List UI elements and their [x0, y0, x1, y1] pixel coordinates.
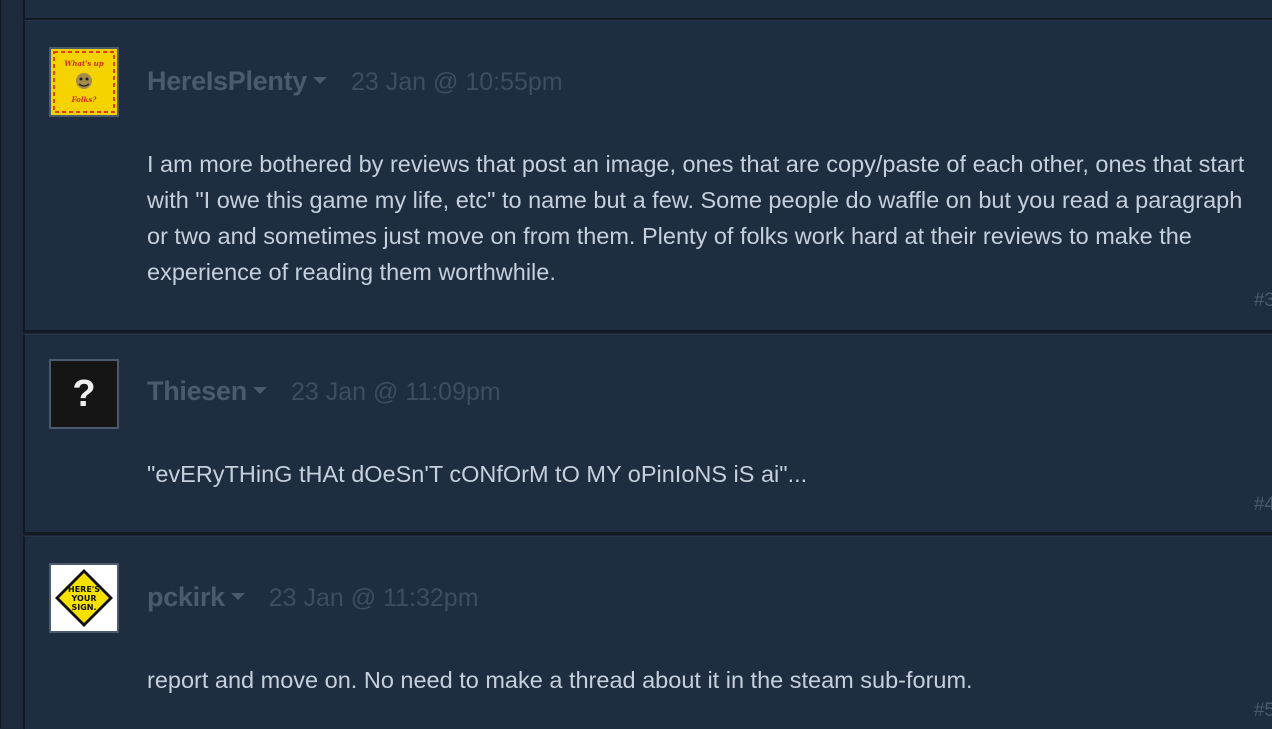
chevron-down-icon[interactable]: [252, 387, 267, 394]
svg-text:Folks?: Folks?: [71, 95, 98, 104]
post-body: report and move on. No need to make a th…: [147, 667, 973, 693]
post-date: 23 Jan @ 11:09pm: [290, 378, 501, 406]
author-name[interactable]: pckirk: [147, 582, 225, 613]
comment-post: ? Thiesen 23 Jan @ 11:09pm "evERyTHinG t…: [23, 334, 1272, 535]
chevron-down-icon[interactable]: [230, 593, 245, 600]
avatar[interactable]: ?: [49, 359, 119, 429]
post-date: 23 Jan @ 11:32pm: [268, 584, 479, 612]
post-number[interactable]: #5: [1254, 700, 1272, 722]
avatar[interactable]: What's up Folks?: [49, 47, 119, 117]
comment-post: What's up Folks? HereIsPlenty 23 Jan @ 1…: [23, 20, 1272, 333]
avatar-image: HERE'S YOUR SIGN.: [51, 565, 117, 631]
post-number[interactable]: #4: [1254, 494, 1272, 516]
svg-text:SIGN.: SIGN.: [71, 603, 96, 612]
question-mark-avatar: ?: [51, 361, 117, 427]
post-number[interactable]: #3: [1254, 290, 1272, 312]
discussion-thread: What's up Folks? HereIsPlenty 23 Jan @ 1…: [0, 0, 1272, 729]
avatar-image: What's up Folks?: [51, 49, 117, 115]
post-header: Thiesen 23 Jan @ 11:09pm: [147, 376, 501, 407]
avatar[interactable]: HERE'S YOUR SIGN.: [49, 563, 119, 633]
author-name[interactable]: Thiesen: [147, 376, 247, 407]
post-header: pckirk 23 Jan @ 11:32pm: [147, 582, 479, 613]
author-name[interactable]: HereIsPlenty: [147, 66, 307, 97]
svg-text:What's up: What's up: [64, 59, 103, 68]
previous-post-bottom: [23, 0, 1272, 20]
post-body: I am more bothered by reviews that post …: [147, 151, 1245, 285]
svg-text:HERE'S: HERE'S: [68, 585, 100, 594]
chevron-down-icon[interactable]: [312, 77, 327, 84]
svg-text:YOUR: YOUR: [71, 594, 97, 603]
post-body: "evERyTHinG tHAt dOeSn'T cONfOrM tO MY o…: [147, 461, 808, 487]
post-date: 23 Jan @ 10:55pm: [350, 68, 563, 96]
post-header: HereIsPlenty 23 Jan @ 10:55pm: [147, 66, 563, 97]
comment-post: HERE'S YOUR SIGN. pckirk 23 Jan @ 11:32p…: [23, 536, 1272, 729]
